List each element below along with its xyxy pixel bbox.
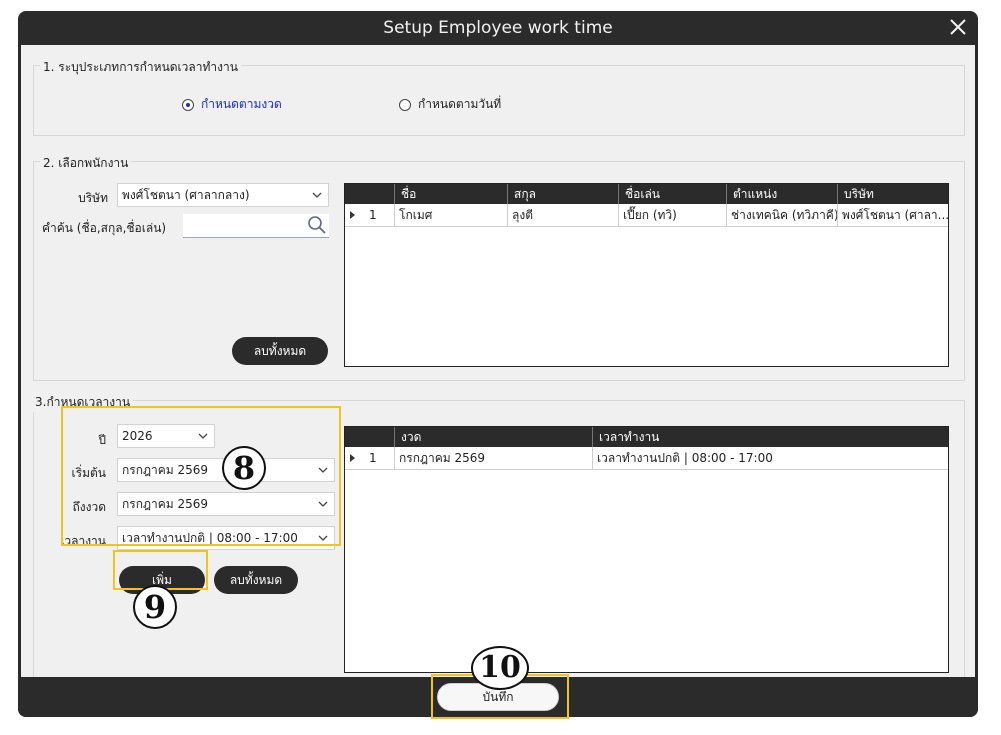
- col-surname[interactable]: สกุล: [508, 184, 619, 204]
- col-nickname[interactable]: ชื่อเล่น: [619, 184, 727, 204]
- radio-by-date[interactable]: กำหนดตามวันที่: [399, 95, 501, 114]
- cell-surname: ลุงตี: [508, 204, 619, 226]
- worktime-label: เวลางาน: [60, 534, 106, 548]
- radio-by-period-label: กำหนดตามงวด: [201, 97, 282, 111]
- year-select-value: 2026: [122, 429, 153, 443]
- cell-nickname: เปี๊ยก (ทวิ): [619, 204, 727, 226]
- table-row[interactable]: 1 โกเมศ ลุงตี เปี๊ยก (ทวิ) ช่างเทคนิค (ท…: [345, 204, 948, 227]
- dialog-body: 1. ระบุประเภทการกำหนดเวลาทำงาน กำหนดตามง…: [21, 45, 975, 679]
- radio-by-period[interactable]: กำหนดตามงวด: [182, 95, 282, 114]
- callout-9: 9: [133, 585, 177, 629]
- row-number: 1: [369, 451, 377, 465]
- start-period-value: กรกฎาคม 2569: [122, 463, 209, 477]
- company-select-value: พงศ์โชตนา (ศาลากลาง): [122, 188, 250, 202]
- period-grid: งวด เวลาทำงาน 1 กรกฎาคม 2569 เวลาทำงานปก…: [344, 426, 949, 673]
- year-select[interactable]: 2026: [117, 424, 215, 448]
- col-name[interactable]: ชื่อ: [395, 184, 508, 204]
- section-set-work-time: 3.กำหนดเวลางาน ปี 2026 เริ่มต้น กรกฎาคม …: [32, 393, 965, 679]
- worktime-select-value: เวลาทำงานปกติ | 08:00 - 17:00: [122, 531, 298, 545]
- row-header: 1: [345, 447, 395, 469]
- section-select-employee: 2. เลือกพนักงาน บริษัท พงศ์โชตนา (ศาลากล…: [33, 154, 965, 381]
- col-period[interactable]: งวด: [395, 427, 593, 447]
- worktime-select[interactable]: เวลาทำงานปกติ | 08:00 - 17:00: [117, 526, 335, 550]
- col-position[interactable]: ตำแหน่ง: [727, 184, 838, 204]
- section3-legend: 3.กำหนดเวลางาน: [32, 393, 134, 412]
- chevron-down-icon: [198, 433, 208, 439]
- row-number: 1: [369, 208, 377, 222]
- section-work-time-type: 1. ระบุประเภทการกำหนดเวลาทำงาน กำหนดตามง…: [33, 58, 965, 136]
- callout-10: 10: [471, 646, 529, 690]
- clear-periods-button[interactable]: ลบทั้งหมด: [214, 566, 298, 594]
- end-period-label: ถึงงวด: [72, 500, 106, 514]
- col-company[interactable]: บริษัท: [838, 184, 948, 204]
- radio-dot-selected: [182, 98, 194, 111]
- section2-legend: 2. เลือกพนักงาน: [40, 154, 132, 173]
- radio-by-date-label: กำหนดตามวันที่: [418, 97, 502, 111]
- window-title: Setup Employee work time: [383, 18, 613, 38]
- cell-position: ช่างเทคนิค (ทวิภาคี): [727, 204, 838, 226]
- chevron-down-icon: [318, 535, 328, 541]
- search-label: คำค้น (ชื่อ,สกุล,ชื่อเล่น): [42, 221, 167, 235]
- company-select[interactable]: พงศ์โชตนา (ศาลากลาง): [117, 183, 329, 207]
- title-bar: Setup Employee work time: [18, 11, 978, 45]
- company-label: บริษัท: [78, 191, 108, 205]
- section1-legend: 1. ระบุประเภทการกำหนดเวลาทำงาน: [40, 58, 241, 77]
- end-period-select[interactable]: กรกฎาคม 2569: [117, 492, 335, 516]
- cell-company: พงศ์โชตนา (ศาลา...: [842, 208, 948, 222]
- chevron-down-icon: [312, 192, 322, 198]
- radio-dot: [399, 98, 411, 111]
- cell-worktime: เวลาทำงานปกติ | 08:00 - 17:00: [597, 451, 773, 465]
- employee-grid-header: ชื่อ สกุล ชื่อเล่น ตำแหน่ง บริษัท: [345, 184, 948, 204]
- search-icon[interactable]: [307, 215, 327, 235]
- current-row-icon: [350, 211, 355, 219]
- close-icon[interactable]: [946, 15, 970, 39]
- year-label: ปี: [98, 433, 106, 447]
- end-period-value: กรกฎาคม 2569: [122, 497, 209, 511]
- row-header-col: [345, 184, 395, 204]
- chevron-down-icon: [318, 467, 328, 473]
- current-row-icon: [350, 454, 355, 462]
- col-worktime[interactable]: เวลาทำงาน: [593, 427, 948, 447]
- chevron-down-icon: [318, 501, 328, 507]
- cell-name: โกเมศ: [395, 204, 508, 226]
- employee-grid: ชื่อ สกุล ชื่อเล่น ตำแหน่ง บริษัท 1 โกเม…: [344, 183, 949, 367]
- period-grid-header: งวด เวลาทำงาน: [345, 427, 948, 447]
- callout-8: 8: [222, 446, 266, 490]
- row-header-col: [345, 427, 395, 447]
- row-header: 1: [345, 204, 395, 226]
- table-row[interactable]: 1 กรกฎาคม 2569 เวลาทำงานปกติ | 08:00 - 1…: [345, 447, 948, 470]
- cell-period: กรกฎาคม 2569: [395, 447, 593, 469]
- start-period-label: เริ่มต้น: [71, 466, 106, 480]
- clear-employees-button[interactable]: ลบทั้งหมด: [232, 337, 328, 365]
